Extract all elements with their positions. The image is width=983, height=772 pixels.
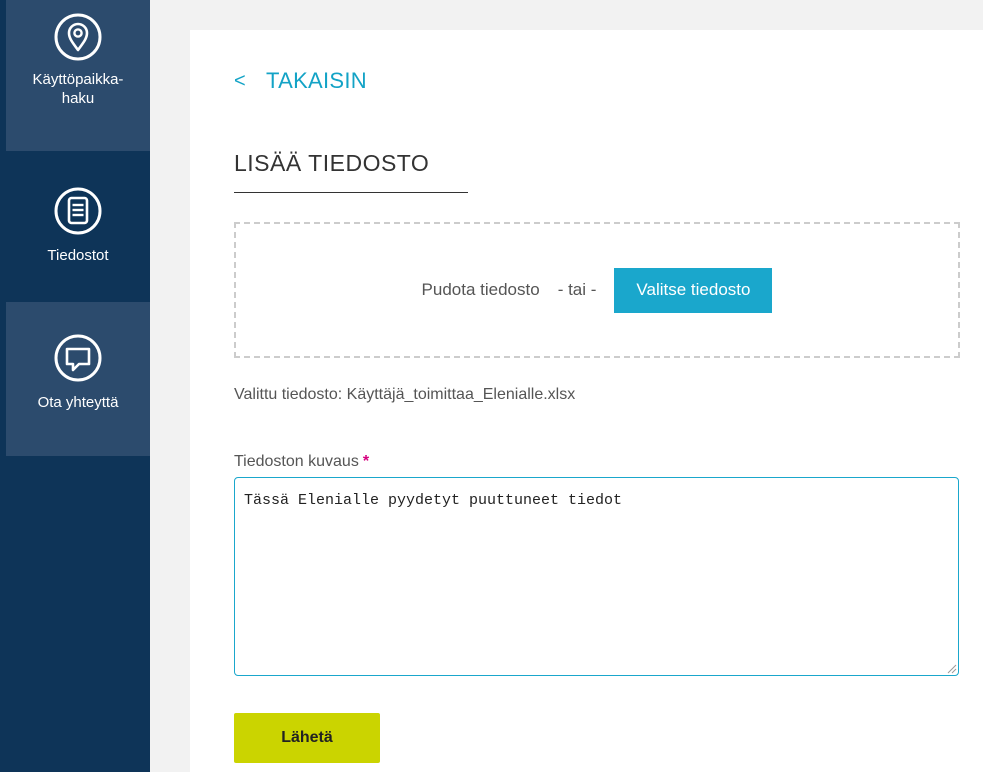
- sidebar-item-tiedostot[interactable]: Tiedostot: [6, 151, 150, 302]
- document-list-icon: [54, 187, 102, 235]
- back-link-label: TAKAISIN: [265, 68, 367, 93]
- chevron-left-icon: <: [234, 69, 246, 92]
- title-underline: [234, 192, 468, 193]
- description-textarea[interactable]: Tässä Elenialle pyydetyt puuttuneet tied…: [234, 477, 959, 676]
- sidebar-item-kayttopaikkahaku[interactable]: Käyttöpaikka- haku: [6, 0, 150, 151]
- sidebar-item-ota-yhteytta[interactable]: Ota yhteyttä: [6, 302, 150, 456]
- dropzone-text: Pudota tiedosto: [421, 280, 540, 299]
- required-marker: *: [362, 453, 370, 470]
- sidebar: Käyttöpaikka- haku Tiedostot Ota yhteytt…: [0, 0, 150, 772]
- location-pin-icon: [54, 13, 102, 61]
- resize-handle-icon[interactable]: [945, 662, 957, 674]
- file-dropzone[interactable]: Pudota tiedosto - tai - Valitse tiedosto: [234, 222, 960, 358]
- sidebar-item-label: Tiedostot: [47, 247, 109, 264]
- sidebar-item-label: Käyttöpaikka-: [32, 71, 124, 88]
- chat-bubble-icon: [54, 334, 102, 382]
- description-label-text: Tiedoston kuvaus: [234, 453, 359, 470]
- sidebar-item-label: haku: [61, 90, 95, 107]
- back-link[interactable]: < TAKAISIN: [234, 68, 367, 94]
- dropzone-or-text: - tai -: [557, 280, 597, 299]
- selected-file-text: Valittu tiedosto: Käyttäjä_toimittaa_Ele…: [234, 386, 576, 403]
- description-label: Tiedoston kuvaus *: [234, 453, 369, 471]
- choose-file-button[interactable]: Valitse tiedosto: [614, 267, 773, 313]
- main-panel: < TAKAISIN LISÄÄ TIEDOSTO Pudota tiedost…: [190, 30, 983, 772]
- sidebar-item-label: Ota yhteyttä: [37, 394, 119, 411]
- submit-button[interactable]: Lähetä: [234, 713, 380, 763]
- page-title: LISÄÄ TIEDOSTO: [234, 150, 430, 176]
